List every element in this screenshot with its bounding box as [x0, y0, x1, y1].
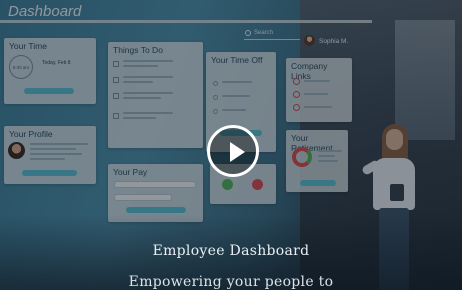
play-button[interactable]	[207, 125, 259, 177]
play-icon	[230, 142, 245, 162]
video-subline: Empowering your people to	[128, 274, 334, 290]
video-headline: Employee Dashboard	[152, 243, 310, 259]
video-frame[interactable]: Dashboard Search Sophia M. Your Time 8:3…	[0, 0, 462, 290]
